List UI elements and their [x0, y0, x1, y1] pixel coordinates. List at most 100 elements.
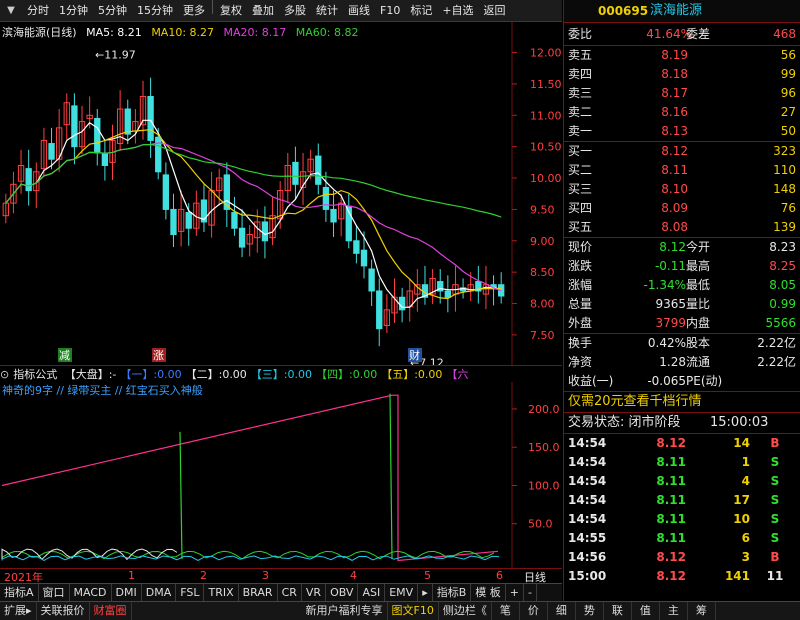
ask-row-4-vol: 50 — [780, 124, 796, 138]
indicator-toggle-icon[interactable]: ⊙ — [0, 368, 9, 381]
tab-5[interactable]: FSL — [176, 584, 205, 601]
date-label-6: 6 — [496, 569, 503, 582]
stat-value-a-3: 9365 — [655, 297, 686, 311]
status-right-5[interactable]: 值 — [632, 602, 660, 620]
status-right-2[interactable]: 细 — [548, 602, 576, 620]
candle-body — [94, 117, 101, 154]
ask-row-2-price: 8.17 — [661, 86, 688, 100]
trade-side-0: B — [770, 436, 780, 450]
status-right-4[interactable]: 联 — [604, 602, 632, 620]
toolbar-item-10[interactable]: F10 — [375, 0, 405, 22]
status-mid-1[interactable]: 图文F10 — [388, 602, 439, 620]
candle-body — [261, 221, 269, 242]
ma20-line — [5, 142, 502, 292]
status-left-2[interactable]: 财富圈 — [90, 602, 132, 620]
stat-value-b-3: 0.99 — [769, 297, 796, 311]
tab-9[interactable]: VR — [302, 584, 327, 601]
tab-7[interactable]: BRAR — [239, 584, 278, 601]
tab-2[interactable]: MACD — [70, 584, 112, 601]
indicator-items: 【大盘】:- 【一】:0.00 【二】:0.00 【三】:0.00 【四】:0.00 【五… — [65, 368, 473, 381]
stats-list: 现价 8.12 今开 8.23 涨跌 -0.11 最高 8.25 涨幅 -1.34% 最低 8.05 总… — [564, 238, 800, 333]
status-mid-0[interactable]: 新用户福利专享 — [302, 602, 388, 620]
quote-panel: 000695 滨海能源 委比 41.64% 委差 468 卖五 8.19 56 卖四 8… — [563, 0, 800, 601]
toolbar-item-7[interactable]: 多股 — [279, 0, 311, 22]
toolbar-item-13[interactable]: 返回 — [479, 0, 511, 22]
tab-0[interactable]: 指标A — [0, 584, 39, 601]
stat-label-b-3: 量比 — [686, 297, 711, 311]
indicator-ramp-line — [1, 394, 499, 562]
tab-13[interactable]: ▸ — [418, 584, 433, 601]
status-right-1[interactable]: 价 — [520, 602, 548, 620]
bid-row-3[interactable]: 买四 8.09 76 — [564, 199, 800, 218]
tab-17[interactable]: - — [524, 584, 537, 601]
indicator-formula-label[interactable]: 指标公式 — [13, 368, 57, 381]
trade-vol-7: 141 — [724, 569, 750, 583]
trade-time-0: 14:54 — [568, 436, 607, 450]
candle-body — [238, 227, 246, 248]
kline-chart[interactable]: 12.00 11.50 11.00 10.50 10.00 9.50 9.00 8.50 8.0… — [0, 22, 562, 365]
tab-8[interactable]: CR — [278, 584, 302, 601]
ask-row-0[interactable]: 卖五 8.19 56 — [564, 46, 800, 65]
toolbar-item-8[interactable]: 统计 — [311, 0, 343, 22]
price-tick-label: 9.50 — [530, 203, 555, 216]
ask-row-1[interactable]: 卖四 8.18 99 — [564, 65, 800, 84]
trade-vol-1: 1 — [741, 455, 750, 469]
toolbar-item-3[interactable]: 15分钟 — [132, 0, 178, 22]
stat-row-4: 外盘 3799 内盘 5566 — [564, 314, 800, 333]
tab-12[interactable]: EMV — [385, 584, 419, 601]
status-right-7[interactable]: 筹 — [688, 602, 716, 620]
candle-body — [398, 296, 406, 311]
menu-icon[interactable]: ▼ — [0, 0, 22, 22]
trade-row-4: 14:54 8.11 10 S — [564, 510, 800, 529]
tab-15[interactable]: 模 板 — [471, 584, 506, 601]
status-left-0[interactable]: 扩展▸ — [0, 602, 37, 620]
tab-11[interactable]: ASI — [358, 584, 386, 601]
bid-row-4[interactable]: 买五 8.08 139 — [564, 218, 800, 237]
stat-value-b-2: 8.05 — [769, 278, 796, 292]
promo-link[interactable]: 仅需20元查看千档行情 — [568, 392, 702, 412]
ask-row-1-label: 卖四 — [568, 67, 593, 81]
status-right-0[interactable]: 笔 — [492, 602, 520, 620]
toolbar-item-11[interactable]: 标记 — [405, 0, 437, 22]
bid-row-0[interactable]: 买一 8.12 323 — [564, 142, 800, 161]
bid-row-2[interactable]: 买三 8.10 148 — [564, 180, 800, 199]
trade-price-1: 8.11 — [656, 455, 686, 469]
status-left-1[interactable]: 关联报价 — [37, 602, 90, 620]
trade-time-7: 15:00 — [568, 569, 607, 583]
tab-1[interactable]: 窗口 — [39, 584, 70, 601]
toolbar-item-4[interactable]: 更多 — [178, 0, 210, 22]
tab-6[interactable]: TRIX — [204, 584, 239, 601]
trade-price-0: 8.12 — [656, 436, 686, 450]
trade-side-3: S — [770, 493, 780, 507]
tab-16[interactable]: + — [506, 584, 524, 601]
trade-status: 交易状态: 闭市阶段 — [568, 415, 681, 430]
status-right-6[interactable]: 主 — [660, 602, 688, 620]
ask-row-3[interactable]: 卖二 8.16 27 — [564, 103, 800, 122]
price-tick-label: 10.00 — [530, 172, 562, 185]
ask-row-4[interactable]: 卖一 8.13 50 — [564, 122, 800, 141]
stat-label-a-2: 涨幅 — [568, 278, 593, 292]
bid-row-1[interactable]: 买二 8.11 110 — [564, 161, 800, 180]
date-axis: 2021年 1 2 3 4 5 6 日线 — [0, 568, 562, 584]
tab-3[interactable]: DMI — [112, 584, 142, 601]
toolbar-item-5[interactable]: 复权 — [215, 0, 247, 22]
status-right-3[interactable]: 势 — [576, 602, 604, 620]
toolbar-item-2[interactable]: 5分钟 — [93, 0, 132, 22]
bid-row-0-label: 买一 — [568, 144, 593, 158]
ask-row-4-price: 8.13 — [661, 124, 688, 138]
trade-price-4: 8.11 — [656, 512, 686, 526]
status-mid-2[interactable]: 侧边栏《 — [439, 602, 492, 620]
tab-14[interactable]: 指标B — [433, 584, 472, 601]
ask-list: 卖五 8.19 56 卖四 8.18 99 卖三 8.17 96 卖二 8.16 27 卖一 8.13 50 — [564, 46, 800, 141]
toolbar-item-12[interactable]: +自选 — [437, 0, 478, 22]
tab-10[interactable]: OBV — [326, 584, 359, 601]
ma10-label: MA10: 8.27 — [151, 26, 215, 39]
tab-4[interactable]: DMA — [142, 584, 177, 601]
toolbar-item-6[interactable]: 叠加 — [247, 0, 279, 22]
trade-side-2: S — [770, 474, 780, 488]
toolbar-item-9[interactable]: 画线 — [343, 0, 375, 22]
indicator-chart[interactable]: 200.0 150.0 100.0 50.0 — [0, 382, 562, 568]
ask-row-2[interactable]: 卖三 8.17 96 — [564, 84, 800, 103]
toolbar-item-1[interactable]: 1分钟 — [54, 0, 93, 22]
toolbar-item-0[interactable]: 分时 — [22, 0, 54, 22]
